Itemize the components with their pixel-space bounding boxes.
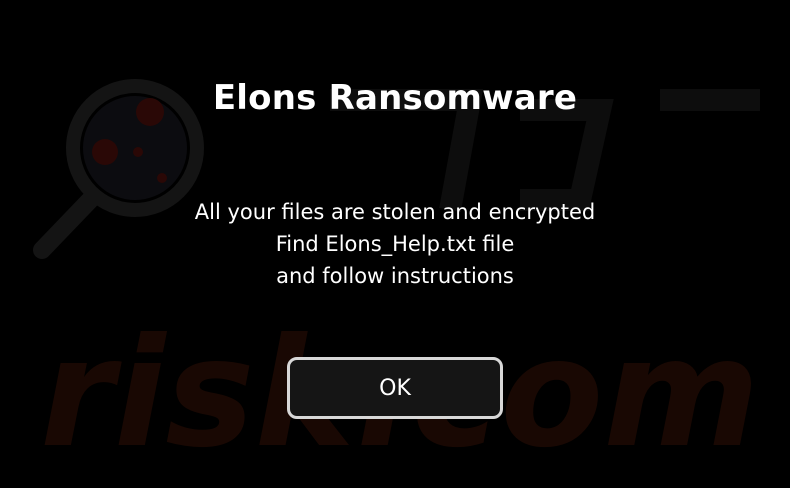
ok-button[interactable]: OK bbox=[287, 357, 503, 419]
message-line: Find Elons_Help.txt file bbox=[275, 232, 515, 256]
message-line: and follow instructions bbox=[276, 264, 514, 288]
dialog-title: Elons Ransomware bbox=[212, 78, 578, 118]
message-line: All your files are stolen and encrypted bbox=[194, 200, 596, 224]
dialog-message: All your files are stolen and encrypted … bbox=[0, 196, 790, 292]
ransom-dialog: risk.com Elons Ransomware All your files… bbox=[0, 0, 790, 488]
